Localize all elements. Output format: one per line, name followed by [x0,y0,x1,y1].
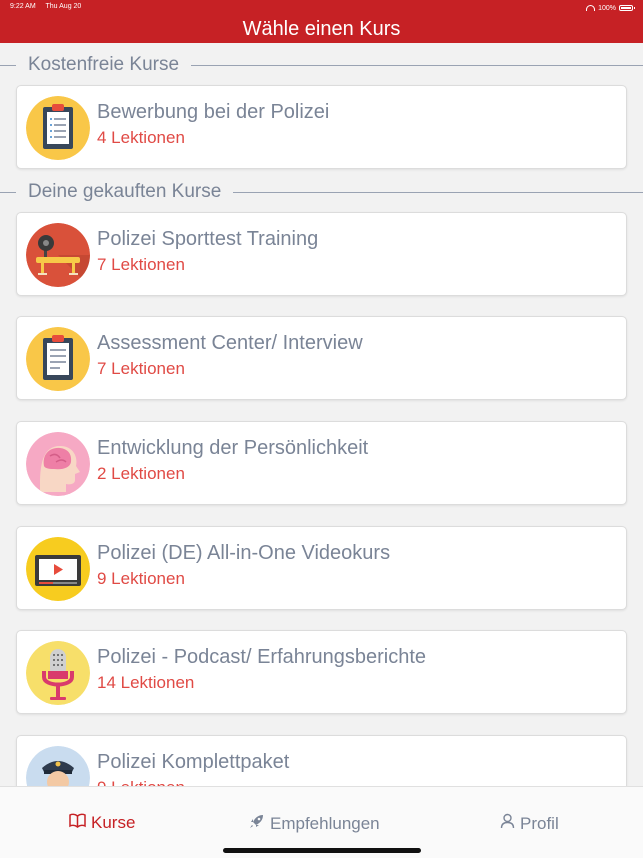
video-player-icon [26,537,90,601]
course-title: Polizei Sporttest Training [97,228,319,250]
divider [0,191,16,193]
tab-recommendations-label: Empfehlungen [270,813,380,833]
section-header-purchased: Deine gekauften Kurse [0,180,643,204]
course-lessons-count: 9 Lektionen [97,778,185,786]
course-title: Assessment Center/ Interview [97,332,363,354]
status-date: Thu Aug 20 [45,3,82,10]
course-lessons-count: 9 Lektionen [97,569,185,588]
course-lessons-count: 7 Lektionen [97,255,185,274]
page-title: Wähle einen Kurs [242,18,401,40]
course-card-videokurs[interactable]: Polizei (DE) All-in-One Videokurs 9 Lekt… [16,526,627,610]
microphone-icon [26,641,90,705]
course-card-komplettpaket[interactable]: Polizei Komplettpaket 9 Lektionen [16,735,627,786]
course-title: Bewerbung bei der Polizei [97,101,330,123]
course-title: Polizei Komplettpaket [97,751,290,773]
tab-profile[interactable]: Profil [500,813,559,834]
tab-recommendations[interactable]: Empfehlungen [249,813,380,834]
home-indicator[interactable] [223,848,421,853]
clipboard-icon [26,96,90,160]
police-officer-icon [26,746,90,786]
course-card-bewerbung[interactable]: Bewerbung bei der Polizei 4 Lektionen [16,85,627,169]
open-book-icon [69,813,86,833]
dumbbell-bench-icon [26,223,90,287]
clipboard-icon [26,327,90,391]
divider [233,191,643,193]
section-title-purchased: Deine gekauften Kurse [28,181,222,202]
tab-profile-label: Profil [520,813,559,833]
section-header-free: Kostenfreie Kurse [0,53,643,77]
course-lessons-count: 2 Lektionen [97,464,185,483]
course-lessons-count: 7 Lektionen [97,359,185,378]
divider [0,64,16,66]
status-bar: 9:22 AM Thu Aug 20 100% [10,3,635,13]
course-list[interactable]: Kostenfreie Kurse Bewerbung bei der Poli… [0,43,643,786]
battery-icon [619,5,635,11]
status-time: 9:22 AM [10,3,36,10]
course-title: Polizei - Podcast/ Erfahrungsberichte [97,646,427,668]
divider [191,64,643,66]
wifi-icon [586,5,596,11]
tab-courses[interactable]: Kurse [69,813,135,833]
rocket-icon [249,813,265,834]
course-card-persoenlichkeit[interactable]: Entwicklung der Persönlichkeit 2 Lektion… [16,421,627,505]
battery-percent: 100% [598,4,616,12]
tab-courses-label: Kurse [91,813,136,832]
user-icon [500,813,515,834]
course-title: Polizei (DE) All-in-One Videokurs [97,542,391,564]
course-card-assessment[interactable]: Assessment Center/ Interview 7 Lektionen [16,316,627,400]
course-card-podcast[interactable]: Polizei - Podcast/ Erfahrungsberichte 14… [16,630,627,714]
brain-head-icon [26,432,90,496]
course-lessons-count: 14 Lektionen [97,673,195,692]
course-card-sporttest[interactable]: Polizei Sporttest Training 7 Lektionen [16,212,627,296]
section-title-free: Kostenfreie Kurse [28,54,180,75]
course-title: Entwicklung der Persönlichkeit [97,437,369,459]
app-header: 9:22 AM Thu Aug 20 100% Wähle einen Kurs [0,0,643,43]
course-lessons-count: 4 Lektionen [97,128,185,147]
